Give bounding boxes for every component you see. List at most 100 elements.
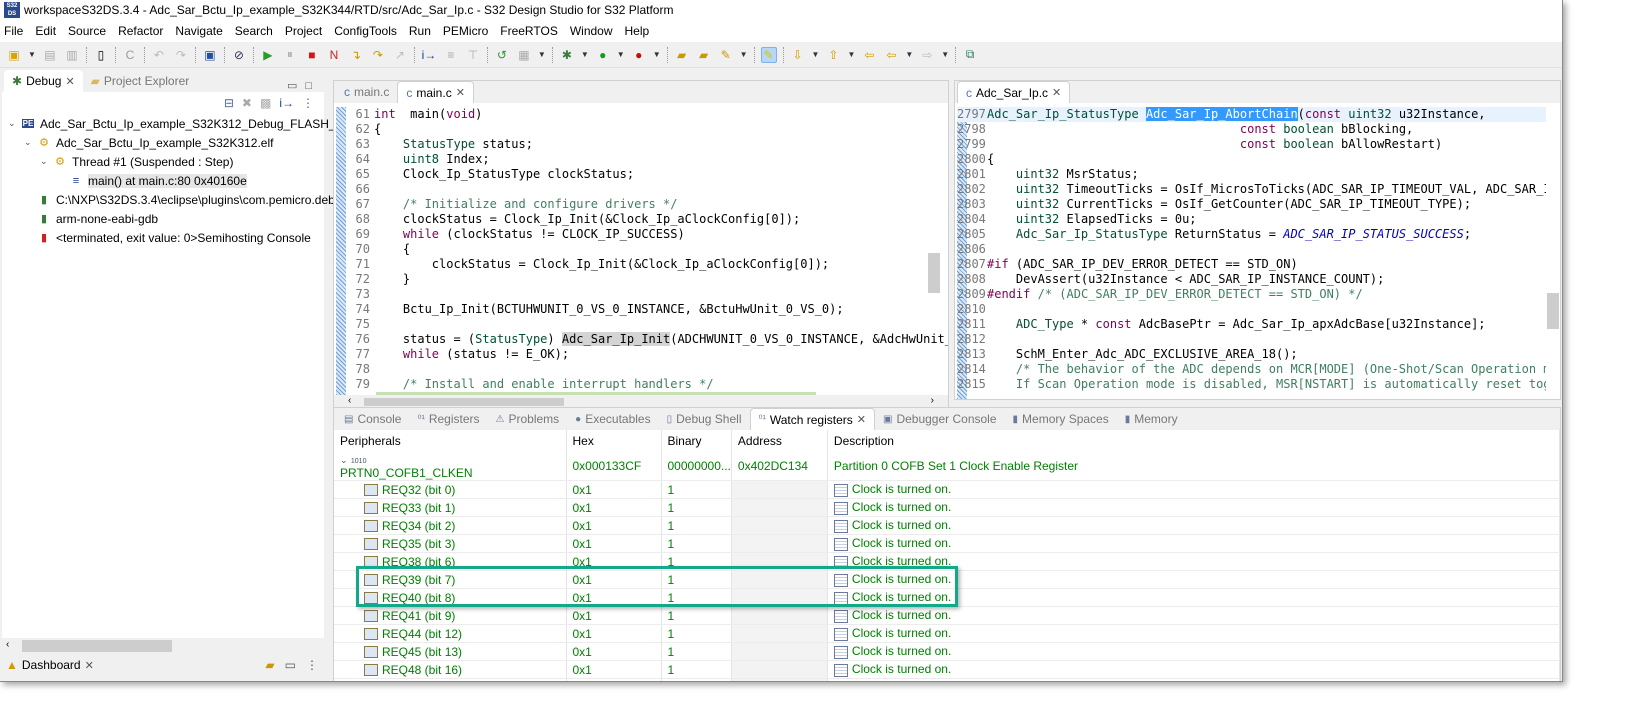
register-row[interactable]: ⌄ 1010 PRTN0_COFB1_CLKEN 0x000133CF 0000000… bbox=[334, 452, 1561, 481]
bitfield-row[interactable]: REQ41 (bit 9) 0x1 1 Clock is turned on. bbox=[334, 606, 1561, 625]
tab-project-explorer[interactable]: ▰ Project Explorer bbox=[83, 70, 198, 92]
menu-navigate[interactable]: Navigate bbox=[175, 24, 222, 38]
qr-icon[interactable]: ▩ bbox=[260, 96, 271, 110]
tree-item[interactable]: ▮ arm-none-eabi-gdb bbox=[8, 209, 360, 228]
bitfield-row[interactable]: REQ40 (bit 8) 0x1 1 Clock is turned on. bbox=[334, 588, 1561, 607]
instruction-stepping-icon[interactable]: i→ bbox=[421, 47, 437, 63]
close-icon[interactable]: ✕ bbox=[85, 659, 94, 672]
list-icon[interactable]: ≡ bbox=[443, 47, 459, 63]
close-icon[interactable]: ✕ bbox=[1052, 86, 1061, 99]
vertical-scrollbar[interactable] bbox=[1546, 103, 1560, 399]
chevron-down-icon[interactable]: ⌄ bbox=[340, 455, 348, 465]
tab-console[interactable]: ▤ Console bbox=[336, 408, 409, 430]
debug-dropdown-icon[interactable]: ▼ bbox=[581, 50, 589, 59]
tab-main-c[interactable]: c main.c bbox=[336, 81, 397, 103]
binary-file-icon[interactable]: ▯ bbox=[93, 47, 109, 63]
c-file-icon[interactable]: C bbox=[122, 47, 138, 63]
view-menu-icon[interactable]: ⋮ bbox=[302, 96, 314, 110]
bitfield-row[interactable]: REQ45 (bit 13) 0x1 1 Clock is turned on. bbox=[334, 642, 1561, 661]
bitfield-row[interactable]: REQ62 (bit 30) 0x00 Clock is turned off. bbox=[334, 678, 1561, 681]
back-dropdown-icon[interactable]: ▼ bbox=[905, 50, 913, 59]
bitfield-row[interactable]: REQ33 (bit 1) 0x1 1 Clock is turned on. bbox=[334, 498, 1561, 517]
tab-watch-registers[interactable]: ⁰¹ Watch registers ✕ bbox=[749, 408, 875, 430]
new-dropdown-icon[interactable]: ▼ bbox=[28, 50, 36, 59]
pen-dropdown-icon[interactable]: ▼ bbox=[740, 50, 748, 59]
next-annotation-dropdown-icon[interactable]: ▼ bbox=[812, 50, 820, 59]
close-icon[interactable]: ✕ bbox=[456, 86, 465, 99]
external-tools-dropdown-icon[interactable]: ▼ bbox=[653, 50, 661, 59]
tab-registers[interactable]: ⁰¹ Registers bbox=[409, 408, 487, 430]
scroll-left-icon[interactable]: ‹ bbox=[348, 395, 351, 406]
undo-icon[interactable]: ↶ bbox=[151, 47, 167, 63]
next-annotation-icon[interactable]: ⇩ bbox=[790, 47, 806, 63]
menu-file[interactable]: File bbox=[4, 24, 23, 38]
bitfield-row[interactable]: REQ38 (bit 6) 0x1 1 Clock is turned on. bbox=[334, 552, 1561, 571]
menu-project[interactable]: Project bbox=[285, 24, 322, 38]
column-address[interactable]: Address bbox=[731, 430, 828, 452]
bitfield-row[interactable]: REQ34 (bit 2) 0x1 1 Clock is turned on. bbox=[334, 516, 1561, 535]
run-icon[interactable]: ● bbox=[595, 47, 611, 63]
tree-item[interactable]: ⌄ ⚙ Adc_Sar_Bctu_Ip_example_S32K312.elf bbox=[8, 133, 360, 152]
skip-breakpoints-icon[interactable]: ⊘ bbox=[231, 47, 247, 63]
open-project-icon[interactable]: ▰ bbox=[674, 47, 690, 63]
chevron-down-icon[interactable]: ⌄ bbox=[24, 137, 36, 148]
close-icon[interactable]: ✕ bbox=[65, 75, 74, 88]
last-edit-icon[interactable]: ⇦ bbox=[861, 47, 877, 63]
scroll-right-icon[interactable]: › bbox=[931, 395, 934, 406]
bitfield-row[interactable]: REQ48 (bit 16) 0x1 1 Clock is turned on. bbox=[334, 660, 1561, 679]
column-hex[interactable]: Hex bbox=[566, 430, 662, 452]
run-dropdown-icon[interactable]: ▼ bbox=[617, 50, 625, 59]
open-perspective-icon[interactable]: ⧉ bbox=[962, 47, 978, 63]
tab-main-c-active[interactable]: c main.c ✕ bbox=[397, 81, 474, 103]
chip-icon[interactable]: ▦ bbox=[516, 47, 532, 63]
open-folder-icon[interactable]: ▰ bbox=[265, 658, 274, 672]
tab-memory[interactable]: ▮ Memory bbox=[1117, 408, 1186, 430]
menu-source[interactable]: Source bbox=[68, 24, 106, 38]
horizontal-scrollbar[interactable]: ‹ bbox=[2, 638, 324, 654]
close-icon[interactable]: ✕ bbox=[857, 413, 866, 426]
tab-debugger-console[interactable]: ▣ Debugger Console bbox=[875, 408, 1005, 430]
terminal-icon[interactable]: ▣ bbox=[202, 47, 218, 63]
save-icon[interactable]: ▤ bbox=[42, 47, 58, 63]
step-into-icon[interactable]: ↴ bbox=[348, 47, 364, 63]
column-binary[interactable]: Binary bbox=[661, 430, 732, 452]
tree-item[interactable]: ▮ <terminated, exit value: 0>Semihosting … bbox=[8, 228, 360, 247]
minimize-icon[interactable]: ▭ bbox=[287, 79, 297, 92]
debug-icon[interactable]: ✱ bbox=[559, 47, 575, 63]
minimize-icon[interactable]: ▭ bbox=[285, 658, 296, 672]
external-tools-icon[interactable]: ● bbox=[631, 47, 647, 63]
tab-debug-shell[interactable]: ▯ Debug Shell bbox=[659, 408, 750, 430]
suspend-icon[interactable]: ⏸ bbox=[282, 47, 298, 63]
tree-item[interactable]: ▮ C:\NXP\S32DS.3.4\eclipse\plugins\com.pe… bbox=[8, 190, 360, 209]
code-area[interactable]: 2797 Adc_Sar_Ip_StatusType Adc_Sar_Ip_Abo… bbox=[955, 103, 1560, 399]
forward-dropdown-icon[interactable]: ▼ bbox=[941, 50, 949, 59]
maximize-icon[interactable]: □ bbox=[305, 80, 312, 92]
pen-icon[interactable]: ✎ bbox=[718, 47, 734, 63]
collapse-all-icon[interactable]: ⊟ bbox=[224, 96, 234, 110]
tab-problems[interactable]: ⚠ Problems bbox=[488, 408, 568, 430]
tab-adc-sar-ip-c[interactable]: c Adc_Sar_Ip.c ✕ bbox=[957, 81, 1071, 103]
menu-run[interactable]: Run bbox=[409, 24, 431, 38]
column-description[interactable]: Description bbox=[827, 430, 1561, 452]
menu-edit[interactable]: Edit bbox=[35, 24, 56, 38]
redo-icon[interactable]: ↷ bbox=[173, 47, 189, 63]
chip-dropdown-icon[interactable]: ▼ bbox=[538, 50, 546, 59]
instruction-stepping-icon[interactable]: i→ bbox=[279, 96, 294, 110]
new-icon[interactable]: ▣ bbox=[6, 47, 22, 63]
view-menu-icon[interactable]: ⋮ bbox=[306, 658, 318, 672]
column-peripherals[interactable]: Peripherals bbox=[334, 430, 567, 452]
tab-debug[interactable]: ✱ Debug ✕ bbox=[4, 70, 83, 92]
step-return-icon[interactable]: ↗ bbox=[392, 47, 408, 63]
back-icon[interactable]: ⇦ bbox=[883, 47, 899, 63]
step-over-icon[interactable]: ↷ bbox=[370, 47, 386, 63]
menu-help[interactable]: Help bbox=[625, 24, 650, 38]
filter-icon[interactable]: ⊤ bbox=[465, 47, 481, 63]
mark-occurrences-icon[interactable]: ✎ bbox=[760, 46, 777, 63]
menu-pemicro[interactable]: PEMicro bbox=[443, 24, 488, 38]
bitfield-row[interactable]: REQ35 (bit 3) 0x1 1 Clock is turned on. bbox=[334, 534, 1561, 553]
menu-configtools[interactable]: ConfigTools bbox=[334, 24, 397, 38]
terminate-icon[interactable]: ■ bbox=[304, 47, 320, 63]
tree-item[interactable]: ≡ main() at main.c:80 0x40160e bbox=[8, 171, 360, 190]
forward-icon[interactable]: ⇨ bbox=[919, 47, 935, 63]
bitfield-row[interactable]: REQ39 (bit 7) 0x1 1 Clock is turned on. bbox=[334, 570, 1561, 589]
